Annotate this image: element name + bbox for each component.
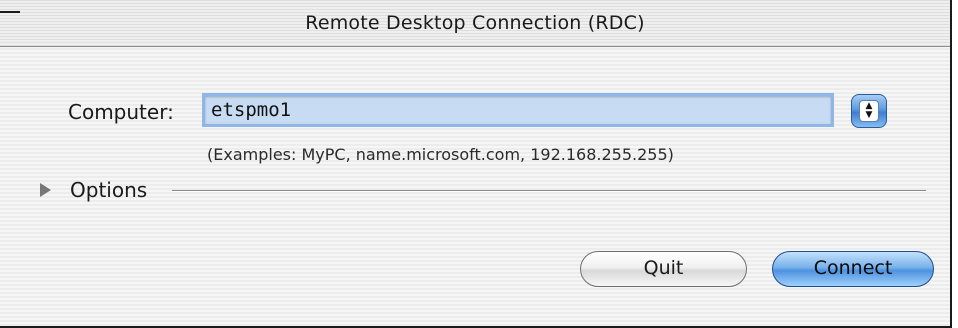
rdc-window: Remote Desktop Connection (RDC) Computer… [0, 0, 952, 328]
disclosure-triangle-right-icon[interactable] [40, 183, 51, 197]
options-toggle-label[interactable]: Options [70, 178, 147, 202]
computer-label: Computer: [68, 100, 174, 124]
title-bar[interactable]: Remote Desktop Connection (RDC) [0, 0, 950, 47]
connect-button[interactable]: Connect [772, 251, 934, 287]
window-title: Remote Desktop Connection (RDC) [305, 12, 645, 34]
computer-history-stepper[interactable]: ▲ ▼ [851, 94, 887, 128]
quit-button[interactable]: Quit [580, 251, 747, 287]
examples-hint: (Examples: MyPC, name.microsoft.com, 192… [207, 145, 674, 164]
up-down-arrows-icon: ▲ ▼ [859, 100, 879, 122]
computer-input[interactable] [202, 93, 834, 127]
options-divider [172, 190, 926, 192]
